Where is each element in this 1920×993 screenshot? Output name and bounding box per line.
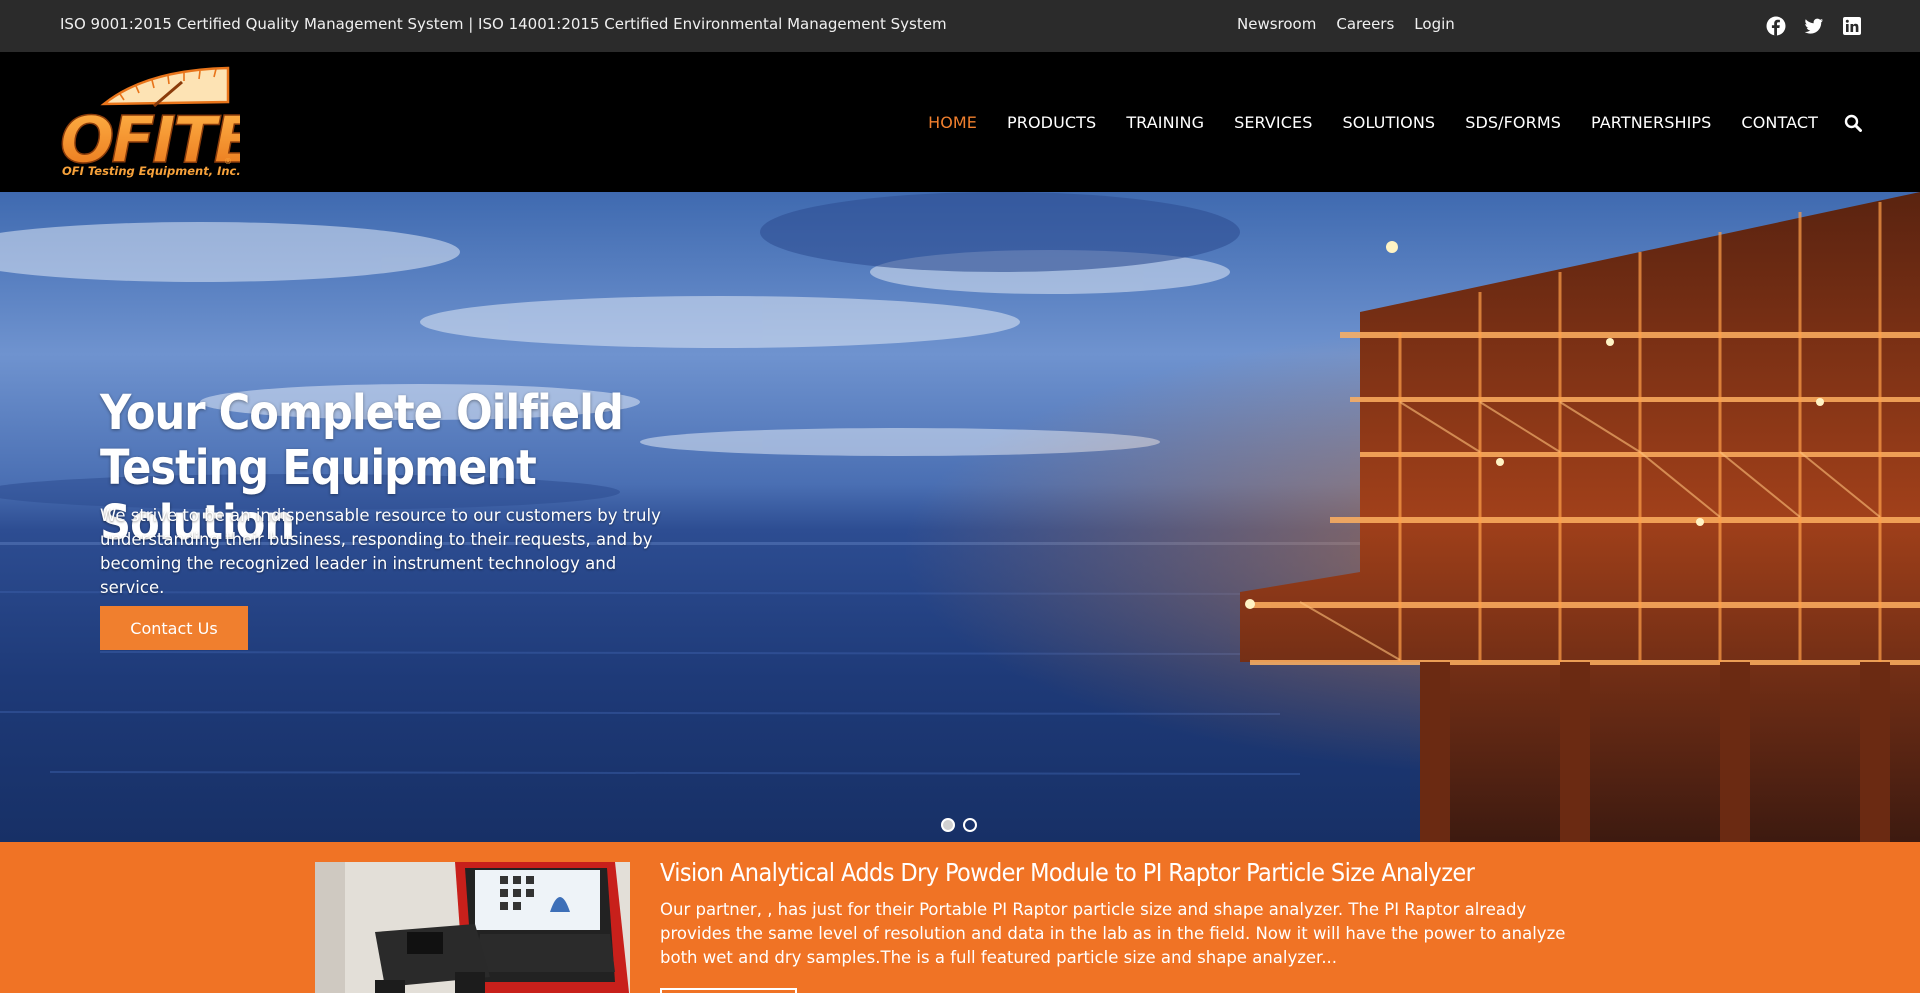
slider-dot-2[interactable] — [963, 818, 977, 832]
news-thumbnail-image[interactable] — [315, 862, 630, 993]
top-links: Newsroom Careers Login — [1237, 15, 1455, 33]
analyzer-photo — [315, 862, 630, 993]
logo-tagline: OFI Testing Equipment, Inc. — [62, 164, 241, 178]
hero-slider: Your Complete Oilfield Testing Equipment… — [0, 192, 1920, 842]
nav-sds-forms[interactable]: SDS/FORMS — [1465, 113, 1561, 132]
read-more-button[interactable] — [660, 988, 797, 993]
twitter-icon[interactable] — [1804, 16, 1824, 36]
site-header: OFITE ® OFI Testing Equipment, Inc. HOME… — [0, 52, 1920, 192]
login-link[interactable]: Login — [1414, 15, 1454, 33]
nav-products[interactable]: PRODUCTS — [1007, 113, 1096, 132]
careers-link[interactable]: Careers — [1336, 15, 1394, 33]
logo-wordmark: OFITE — [60, 104, 240, 166]
newsroom-link[interactable]: Newsroom — [1237, 15, 1316, 33]
top-bar: ISO 9001:2015 Certified Quality Manageme… — [0, 0, 1920, 52]
logo-mark: OFITE ® — [59, 66, 260, 179]
social-links — [1766, 16, 1862, 36]
certification-text: ISO 9001:2015 Certified Quality Manageme… — [60, 15, 947, 33]
hero-lead-text: We strive to be an indispensable resourc… — [100, 506, 661, 597]
nav-training[interactable]: TRAINING — [1126, 113, 1204, 132]
slider-dots — [941, 818, 977, 832]
facebook-icon[interactable] — [1766, 16, 1786, 36]
slider-dot-1[interactable] — [941, 818, 955, 832]
ofite-logo[interactable]: OFITE ® OFI Testing Equipment, Inc. — [59, 62, 260, 184]
nav-solutions[interactable]: SOLUTIONS — [1343, 113, 1436, 132]
nav-partnerships[interactable]: PARTNERSHIPS — [1591, 113, 1711, 132]
nav-home[interactable]: HOME — [928, 113, 977, 132]
linkedin-icon[interactable] — [1842, 16, 1862, 36]
main-nav: HOME PRODUCTS TRAINING SERVICES SOLUTION… — [898, 113, 1862, 132]
search-icon[interactable] — [1844, 114, 1862, 132]
nav-services[interactable]: SERVICES — [1234, 113, 1312, 132]
nav-contact[interactable]: CONTACT — [1741, 113, 1818, 132]
news-band: Vision Analytical Adds Dry Powder Module… — [0, 842, 1920, 993]
contact-us-button[interactable]: Contact Us — [100, 606, 248, 650]
news-headline-link[interactable]: Vision Analytical Adds Dry Powder Module… — [660, 858, 1475, 887]
news-summary: Our partner, , has just for their Portab… — [660, 900, 1566, 967]
